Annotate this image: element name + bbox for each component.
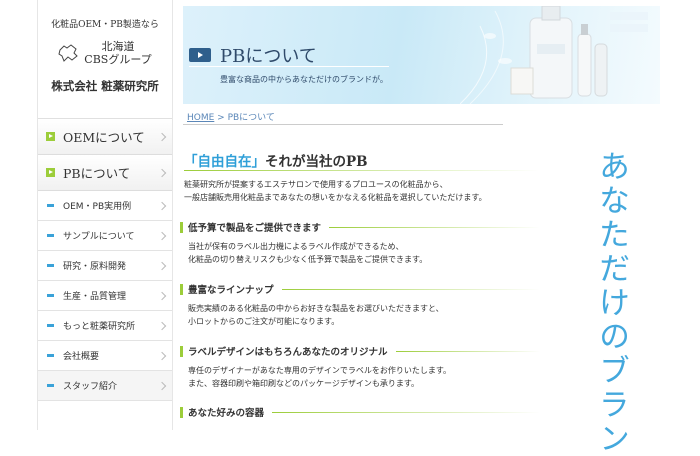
title-highlight: 「自由自在」 xyxy=(184,154,265,170)
banner-title: PBについて xyxy=(220,46,317,67)
nav-sub-label: 生産・品質管理 xyxy=(63,292,127,302)
section-line: 化粧品の切り替えリスクも少なく低予算で製品をご提供できます。 xyxy=(188,255,428,264)
vertical-tagline: あなただけのブラン xyxy=(593,150,629,456)
section-title: 低予算で製品をご提供できます xyxy=(188,223,322,234)
dash-bullet-icon xyxy=(47,354,54,357)
chevron-right-icon xyxy=(157,231,167,240)
sidebar: 化粧品OEM・PB製造なら 北海道 CBSグループ 株式会社 粧薬研究所 OEM… xyxy=(37,0,173,430)
nav-sub-examples[interactable]: OEM・PB実用例 xyxy=(38,191,172,221)
section-line: 当社が保有のラベル出力機によるラベル作成ができるため、 xyxy=(188,242,404,251)
section-line: 販売実績のある化粧品の中からお好きな製品をお選びいただきますと、 xyxy=(188,304,444,313)
nav-sub-label: 会社概要 xyxy=(63,352,100,362)
chevron-right-icon xyxy=(157,351,167,360)
arrow-bullet-icon xyxy=(46,168,55,177)
section-marker xyxy=(180,345,183,357)
section-rule xyxy=(281,288,540,290)
logo-block[interactable]: 化粧品OEM・PB製造なら 北海道 CBSグループ 株式会社 粧薬研究所 xyxy=(38,0,172,119)
dash-bullet-icon xyxy=(47,264,54,267)
breadcrumb-home-link[interactable]: HOME xyxy=(187,113,214,123)
section-marker xyxy=(180,406,183,418)
nav-sub-production[interactable]: 生産・品質管理 xyxy=(38,281,172,311)
section-rule xyxy=(395,350,540,352)
nav-sub-more[interactable]: もっと粧薬研究所 xyxy=(38,311,172,341)
group-line-2: CBSグループ xyxy=(84,53,152,66)
nav-oem-label: OEMについて xyxy=(63,130,145,145)
nav-sub-label: OEM・PB実用例 xyxy=(63,202,132,212)
section-line: 専任のデザイナーがあなた専用のデザインでラベルをお作りいたします。 xyxy=(188,366,452,375)
banner-divider xyxy=(189,66,389,67)
section-marker xyxy=(180,221,183,233)
section-title: 豊富なラインナップ xyxy=(188,285,274,296)
breadcrumb-separator: > xyxy=(214,113,228,123)
nav-sub-label: スタッフ紹介 xyxy=(63,382,118,392)
dash-bullet-icon xyxy=(47,384,54,387)
section-lineup: 豊富なラインナップ 販売実績のある化粧品の中からお好きな製品をお選びいただきます… xyxy=(180,282,540,328)
nav-pb[interactable]: PBについて xyxy=(38,155,172,191)
breadcrumb-current: PBについて xyxy=(227,113,275,123)
chevron-right-icon xyxy=(157,132,167,141)
title-rest: それが当社のPB xyxy=(265,154,368,170)
title-underline xyxy=(184,170,539,171)
company-name: 株式会社 粧薬研究所 xyxy=(51,79,159,93)
arrow-right-icon xyxy=(189,48,211,62)
chevron-right-icon xyxy=(157,261,167,270)
nav-sub-label: もっと粧薬研究所 xyxy=(63,322,136,332)
chevron-right-icon xyxy=(157,201,167,210)
nav-pb-label: PBについて xyxy=(63,166,131,181)
page-title: 「自由自在」それが当社のPB xyxy=(184,150,368,170)
page-banner: PBについて 豊富な商品の中からあなただけのブランドが。 xyxy=(183,6,660,104)
chevron-right-icon xyxy=(157,321,167,330)
arrow-bullet-icon xyxy=(46,132,55,141)
nav-sub-staff[interactable]: スタッフ紹介 xyxy=(38,371,172,401)
logo-tagline: 化粧品OEM・PB製造なら xyxy=(51,20,159,30)
dash-bullet-icon xyxy=(47,204,54,207)
hokkaido-map-icon xyxy=(58,44,79,62)
breadcrumb-divider xyxy=(183,124,503,125)
nav-sub-company[interactable]: 会社概要 xyxy=(38,341,172,371)
dash-bullet-icon xyxy=(47,324,54,327)
intro-text: 粧薬研究所が提案するエステサロンで使用するプロユースの化粧品から、 一般店舗販売… xyxy=(184,178,544,204)
chevron-right-icon xyxy=(157,168,167,177)
section-low-budget: 低予算で製品をご提供できます 当社が保有のラベル出力機によるラベル作成ができるた… xyxy=(180,220,540,266)
section-marker xyxy=(180,283,183,295)
section-rule xyxy=(272,411,540,413)
section-rule xyxy=(329,226,540,228)
section-container: あなた好みの容器 xyxy=(180,405,540,419)
chevron-right-icon xyxy=(157,291,167,300)
banner-subtitle: 豊富な商品の中からあなただけのブランドが。 xyxy=(220,75,388,84)
section-title: ラベルデザインはもちろんあなたのオリジナル xyxy=(188,347,388,358)
intro-line: 一般店舗販売用化粧品まであなたの想いをかなえる化粧品を選択していただけます。 xyxy=(184,193,487,202)
product-bottles-image xyxy=(460,6,648,104)
nav-sub-research[interactable]: 研究・原料開発 xyxy=(38,251,172,281)
chevron-right-icon xyxy=(157,381,167,390)
section-line: また、容器印刷や箱印刷などのパッケージデザインも承ります。 xyxy=(188,379,420,388)
dash-bullet-icon xyxy=(47,234,54,237)
nav-sub-label: 研究・原料開発 xyxy=(63,262,127,272)
nav-sub-samples[interactable]: サンプルについて xyxy=(38,221,172,251)
section-title: あなた好みの容器 xyxy=(188,408,265,419)
nav-sub-label: サンプルについて xyxy=(63,232,135,242)
breadcrumb: HOME > PBについて xyxy=(187,110,275,123)
intro-line: 粧薬研究所が提案するエステサロンで使用するプロユースの化粧品から、 xyxy=(184,180,448,189)
nav-oem[interactable]: OEMについて xyxy=(38,119,172,155)
group-line-1: 北海道 xyxy=(101,40,135,53)
dash-bullet-icon xyxy=(47,294,54,297)
section-line: 小ロットからのご注文が可能になります。 xyxy=(188,317,340,326)
section-label-design: ラベルデザインはもちろんあなたのオリジナル 専任のデザイナーがあなた専用のデザイ… xyxy=(180,344,540,390)
